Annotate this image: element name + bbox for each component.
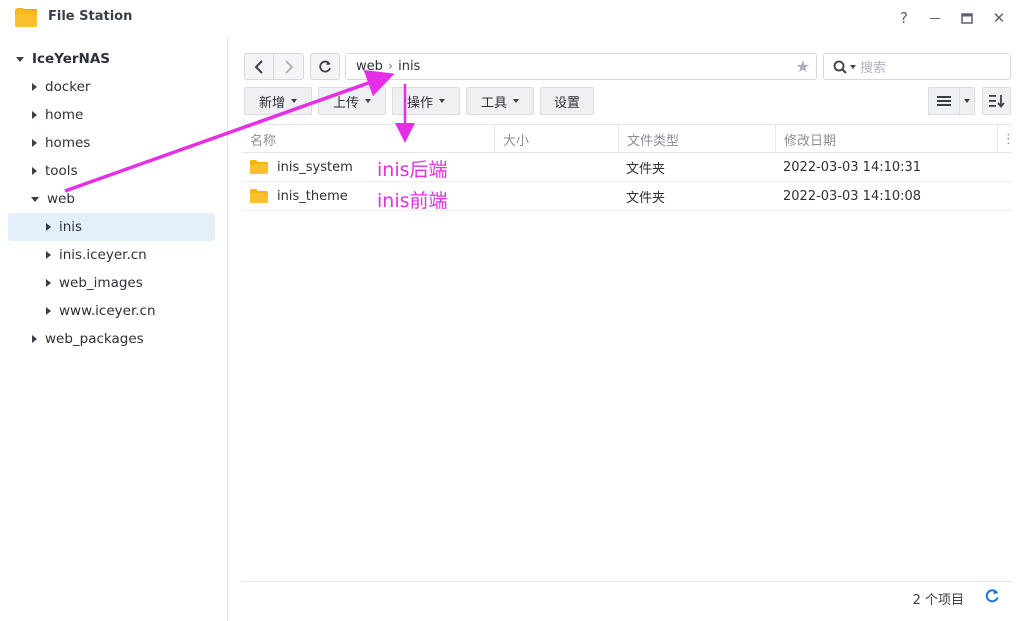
column-menu-icon[interactable]: ⋮: [997, 125, 1015, 153]
upload-button-label: 上传: [332, 95, 359, 111]
tree-item-label: homes: [45, 135, 91, 151]
sort-icon: [988, 95, 1005, 108]
path-bar[interactable]: web › inis ★: [345, 53, 817, 80]
maximize-icon: [961, 12, 973, 24]
tree-item-label: web_packages: [45, 331, 144, 347]
column-header-modified[interactable]: 修改日期: [775, 125, 997, 153]
upload-button[interactable]: 上传: [318, 87, 386, 115]
chevron-down-icon: [964, 99, 970, 103]
chevron-right-icon[interactable]: [32, 335, 37, 343]
star-icon[interactable]: ★: [796, 57, 810, 76]
refresh-button[interactable]: [310, 53, 340, 80]
chevron-right-icon: [284, 59, 293, 74]
table-row[interactable]: inis_system 文件夹 2022-03-03 14:10:31: [242, 153, 1012, 182]
file-name: inis_theme: [277, 188, 348, 204]
chevron-down-icon[interactable]: [31, 196, 39, 202]
sort-button[interactable]: [982, 87, 1011, 115]
tree-item-label: inis.iceyer.cn: [59, 247, 147, 263]
chevron-down-icon[interactable]: [850, 64, 856, 69]
table-header: 名称 大小 文件类型 修改日期 ⋮: [242, 124, 1015, 153]
close-button[interactable]: ✕: [988, 7, 1010, 29]
tree-item-web-images[interactable]: web_images: [46, 269, 143, 297]
tree-item-tools[interactable]: tools: [32, 157, 78, 185]
window-title: File Station: [48, 9, 133, 24]
item-count: 2 个项目: [912, 593, 964, 608]
tools-button[interactable]: 工具: [466, 87, 534, 115]
view-options-button[interactable]: [959, 87, 975, 115]
path-segment[interactable]: inis: [398, 59, 420, 74]
table-row[interactable]: inis_theme 文件夹 2022-03-03 14:10:08: [242, 182, 1012, 211]
file-name: inis_system: [277, 159, 353, 175]
chevron-right-icon[interactable]: [46, 223, 51, 231]
chevron-down-icon: [365, 99, 371, 103]
tree-item-inis-iceyer-cn[interactable]: inis.iceyer.cn: [46, 241, 147, 269]
chevron-down-icon[interactable]: [16, 56, 24, 62]
file-name-cell: inis_system: [250, 153, 353, 181]
folder-icon: [250, 160, 268, 174]
column-header-size[interactable]: 大小: [494, 125, 618, 153]
tree-item-label: www.iceyer.cn: [59, 303, 156, 319]
file-modified: 2022-03-03 14:10:31: [783, 159, 922, 175]
file-modified: 2022-03-03 14:10:08: [783, 188, 922, 204]
tree-root-label: IceYerNAS: [32, 51, 111, 67]
chevron-down-icon: [513, 99, 519, 103]
list-view-button[interactable]: [928, 87, 960, 115]
tree-item-home[interactable]: home: [32, 101, 83, 129]
file-type: 文件夹: [626, 190, 666, 206]
tools-button-label: 工具: [480, 95, 507, 111]
search-box[interactable]: 搜索: [823, 53, 1011, 80]
tree-item-inis[interactable]: inis: [8, 213, 215, 241]
search-input[interactable]: 搜索: [860, 57, 886, 76]
back-button[interactable]: [244, 53, 274, 80]
tree-item-label: docker: [45, 79, 91, 95]
create-button-label: 新增: [258, 95, 285, 111]
chevron-down-icon: [291, 99, 297, 103]
chevron-right-icon[interactable]: [46, 307, 51, 315]
file-station-icon: [15, 8, 37, 27]
settings-button-label: 设置: [553, 95, 580, 111]
path-separator: ›: [387, 59, 394, 74]
list-view-icon: [937, 96, 951, 106]
chevron-down-icon: [439, 99, 445, 103]
chevron-right-icon[interactable]: [46, 251, 51, 259]
file-type: 文件夹: [626, 161, 666, 177]
chevron-right-icon[interactable]: [32, 111, 37, 119]
action-button[interactable]: 操作: [392, 87, 460, 115]
annotation-backend: inis后端: [377, 159, 448, 181]
tree-item-label: tools: [45, 163, 78, 179]
chevron-right-icon[interactable]: [32, 167, 37, 175]
tree-item-web-packages[interactable]: web_packages: [32, 325, 144, 353]
tree-root[interactable]: IceYerNAS: [16, 45, 110, 73]
chevron-left-icon: [254, 59, 263, 74]
help-button[interactable]: ?: [893, 7, 915, 29]
refresh-icon: [319, 60, 331, 72]
path-segment[interactable]: web: [356, 59, 383, 74]
tree-item-label: web_images: [59, 275, 143, 291]
refresh-icon[interactable]: [984, 588, 1000, 604]
tree-item-web[interactable]: web: [31, 185, 75, 213]
tree-item-label: web: [47, 191, 75, 207]
action-button-label: 操作: [406, 95, 433, 111]
search-icon: [833, 60, 847, 74]
tree-item-label: inis: [59, 219, 83, 235]
column-header-type[interactable]: 文件类型: [618, 125, 775, 153]
minimize-button[interactable]: —: [924, 7, 946, 29]
forward-button[interactable]: [274, 53, 304, 80]
title-bar: File Station ? — ✕: [0, 0, 1023, 36]
maximize-button[interactable]: [956, 7, 978, 29]
column-header-name[interactable]: 名称: [242, 125, 494, 153]
tree-item-label: home: [45, 107, 84, 123]
annotation-frontend: inis前端: [377, 190, 448, 212]
chevron-right-icon[interactable]: [32, 83, 37, 91]
tree-item-www-iceyer-cn[interactable]: www.iceyer.cn: [46, 297, 156, 325]
chevron-right-icon[interactable]: [46, 279, 51, 287]
folder-icon: [250, 189, 268, 203]
status-bar: 2 个项目: [242, 581, 1012, 611]
tree-item-docker[interactable]: docker: [32, 73, 90, 101]
settings-button[interactable]: 设置: [540, 87, 594, 115]
tree-item-homes[interactable]: homes: [32, 129, 90, 157]
chevron-right-icon[interactable]: [32, 139, 37, 147]
file-name-cell: inis_theme: [250, 182, 348, 210]
create-button[interactable]: 新增: [244, 87, 312, 115]
